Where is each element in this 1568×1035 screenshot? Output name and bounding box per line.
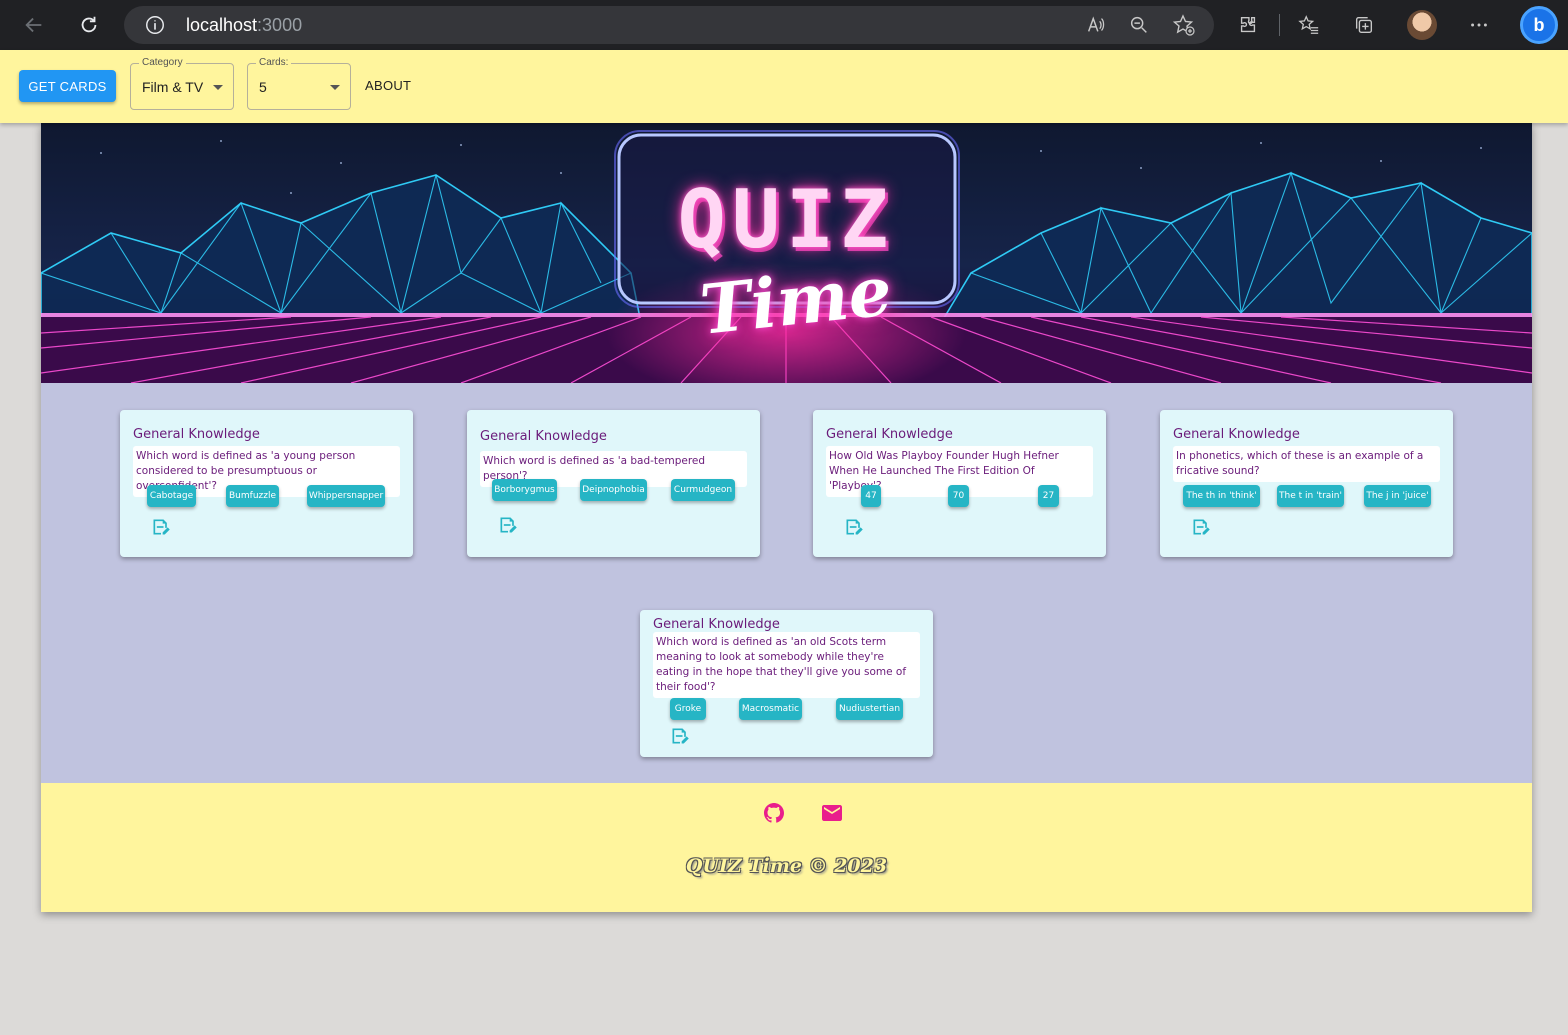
back-icon[interactable] [18, 9, 50, 41]
answer-button[interactable]: Bumfuzzle [226, 485, 279, 507]
footer: QUIZ Time © 2023 [41, 783, 1532, 912]
card-category: General Knowledge [133, 427, 260, 442]
hero-banner: QUIZ Time [41, 123, 1532, 383]
profile-avatar[interactable] [1407, 10, 1437, 40]
read-aloud-icon[interactable] [1081, 10, 1111, 40]
answer-button[interactable]: Borborygmus [492, 479, 557, 501]
answer-button[interactable]: Whippersnapper [307, 485, 385, 507]
url-text: localhost:3000 [186, 15, 303, 35]
get-cards-button[interactable]: GET CARDS [19, 70, 116, 102]
answer-button[interactable]: The th in 'think' [1183, 485, 1260, 507]
card-category: General Knowledge [653, 617, 780, 632]
card-question: Which word is defined as 'an old Scots t… [653, 632, 920, 698]
save-edit-icon[interactable] [151, 517, 171, 537]
card-category: General Knowledge [826, 427, 953, 442]
add-favorite-icon[interactable] [1169, 10, 1199, 40]
question-card: General Knowledge How Old Was Playboy Fo… [813, 410, 1106, 557]
save-edit-icon[interactable] [1191, 517, 1211, 537]
app-toolbar: GET CARDS Category Film & TV Cards: 5 AB… [0, 50, 1568, 123]
about-link[interactable]: ABOUT [365, 78, 411, 93]
answer-button[interactable]: Cabotage [147, 485, 196, 507]
cards-value: 5 [259, 79, 267, 95]
mail-icon[interactable] [820, 801, 844, 825]
favorites-icon[interactable] [1294, 10, 1324, 40]
page-container: QUIZ Time General Knowledge Which word i… [41, 123, 1532, 912]
category-value: Film & TV [142, 79, 204, 95]
answer-button[interactable]: Deipnophobia [580, 479, 647, 501]
reload-icon[interactable] [73, 9, 105, 41]
answer-button[interactable]: 70 [948, 485, 969, 507]
card-question: In phonetics, which of these is an examp… [1173, 446, 1440, 482]
footer-copyright: QUIZ Time © 2023 [685, 855, 888, 877]
github-icon[interactable] [762, 801, 786, 825]
more-options-icon[interactable] [1464, 10, 1494, 40]
toolbar-divider [1279, 14, 1280, 36]
zoom-out-icon[interactable] [1124, 10, 1154, 40]
chevron-down-icon [330, 85, 340, 90]
save-edit-icon[interactable] [670, 726, 690, 746]
question-card: General Knowledge In phonetics, which of… [1160, 410, 1453, 557]
answer-button[interactable]: 27 [1038, 485, 1059, 507]
question-card: General Knowledge Which word is defined … [120, 410, 413, 557]
answer-button[interactable]: 47 [861, 485, 881, 507]
category-label: Category [139, 57, 186, 69]
answer-button[interactable]: The t in 'train' [1277, 485, 1344, 507]
answer-button[interactable]: Macrosmatic [739, 698, 802, 720]
category-select[interactable]: Category Film & TV [130, 57, 234, 110]
save-edit-icon[interactable] [498, 515, 518, 535]
cards-count-select[interactable]: Cards: 5 [247, 57, 351, 110]
extensions-icon[interactable] [1233, 10, 1263, 40]
cards-label: Cards: [256, 57, 292, 69]
question-card: General Knowledge Which word is defined … [640, 610, 933, 757]
info-icon[interactable] [144, 14, 166, 41]
answer-button[interactable]: Nudiustertian [836, 698, 903, 720]
answer-button[interactable]: The j in 'juice' [1364, 485, 1431, 507]
bing-chat-icon[interactable]: b [1520, 6, 1558, 44]
question-card: General Knowledge Which word is defined … [467, 410, 760, 557]
card-category: General Knowledge [1173, 427, 1300, 442]
answer-button[interactable]: Curmudgeon [671, 479, 735, 501]
card-category: General Knowledge [480, 429, 607, 444]
browser-toolbar: localhost:3000 b [0, 0, 1568, 50]
collections-icon[interactable] [1349, 10, 1379, 40]
chevron-down-icon [213, 85, 223, 90]
answer-button[interactable]: Groke [670, 698, 706, 720]
save-edit-icon[interactable] [844, 517, 864, 537]
address-bar[interactable]: localhost:3000 [124, 6, 1214, 44]
